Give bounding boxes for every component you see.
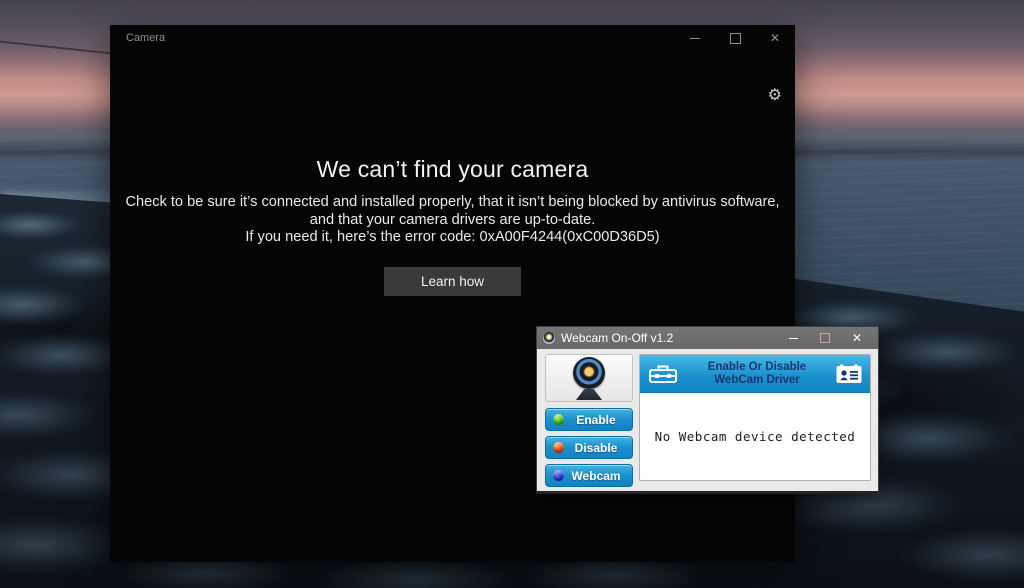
camera-error-content: We can’t find your camera Check to be su… [110, 156, 795, 296]
disable-button[interactable]: Disable [545, 436, 633, 459]
toolbox-icon [648, 363, 678, 385]
webcam-window-title: Webcam On-Off v1.2 [561, 331, 673, 345]
webcam-window-controls: ✕ [784, 330, 872, 346]
enable-button[interactable]: Enable [545, 408, 633, 431]
learn-how-button[interactable]: Learn how [384, 267, 521, 296]
webcam-titlebar: Webcam On-Off v1.2 ✕ [537, 327, 878, 349]
desktop: Camera ✕ ⚙ We can’t find your camera Che… [0, 0, 1024, 588]
camera-minimize-button[interactable] [675, 25, 715, 51]
webcam-device-image [545, 354, 633, 402]
webcam-stand-graphic [576, 389, 602, 400]
green-status-dot-icon [553, 414, 564, 425]
maximize-icon [730, 33, 741, 44]
blue-status-dot-icon [553, 470, 564, 481]
webcam-button[interactable]: Webcam [545, 464, 633, 487]
webcam-button-label: Webcam [568, 469, 624, 483]
camera-titlebar: Camera ✕ [110, 25, 795, 51]
webcam-left-column: Enable Disable Webcam [545, 354, 633, 492]
status-panel-header-text: Enable Or Disable WebCam Driver [678, 361, 836, 387]
camera-window-controls: ✕ [675, 25, 795, 51]
minimize-icon [690, 38, 700, 39]
status-panel-header: Enable Or Disable WebCam Driver [640, 355, 870, 393]
header-line2: WebCam Driver [678, 374, 836, 387]
webcam-minimize-button[interactable] [784, 330, 802, 346]
camera-window-title: Camera [126, 32, 165, 44]
webcam-status-panel: Enable Or Disable WebCam Driver No [639, 354, 871, 481]
header-line1: Enable Or Disable [678, 361, 836, 374]
id-card-icon [836, 364, 862, 384]
webcam-status-message: No Webcam device detected [640, 393, 870, 480]
webcam-close-button[interactable]: ✕ [848, 330, 866, 346]
camera-close-button[interactable]: ✕ [755, 25, 795, 51]
red-status-dot-icon [553, 442, 564, 453]
webcam-client-area: Enable Disable Webcam [537, 349, 878, 488]
camera-error-body: Check to be sure it’s connected and inst… [117, 194, 789, 229]
disable-button-label: Disable [568, 441, 624, 455]
minimize-icon [789, 338, 798, 339]
webcam-maximize-button [816, 330, 834, 346]
webcam-lens-graphic [573, 357, 605, 389]
webcam-app-icon [543, 332, 555, 344]
enable-button-label: Enable [568, 413, 624, 427]
camera-maximize-button[interactable] [715, 25, 755, 51]
camera-settings-button[interactable]: ⚙ [768, 88, 782, 104]
camera-error-heading: We can’t find your camera [110, 156, 795, 183]
webcam-tool-window: Webcam On-Off v1.2 ✕ Enable [536, 326, 879, 494]
maximize-icon [820, 333, 830, 343]
camera-error-code-line: If you need it, here’s the error code: 0… [117, 229, 789, 247]
